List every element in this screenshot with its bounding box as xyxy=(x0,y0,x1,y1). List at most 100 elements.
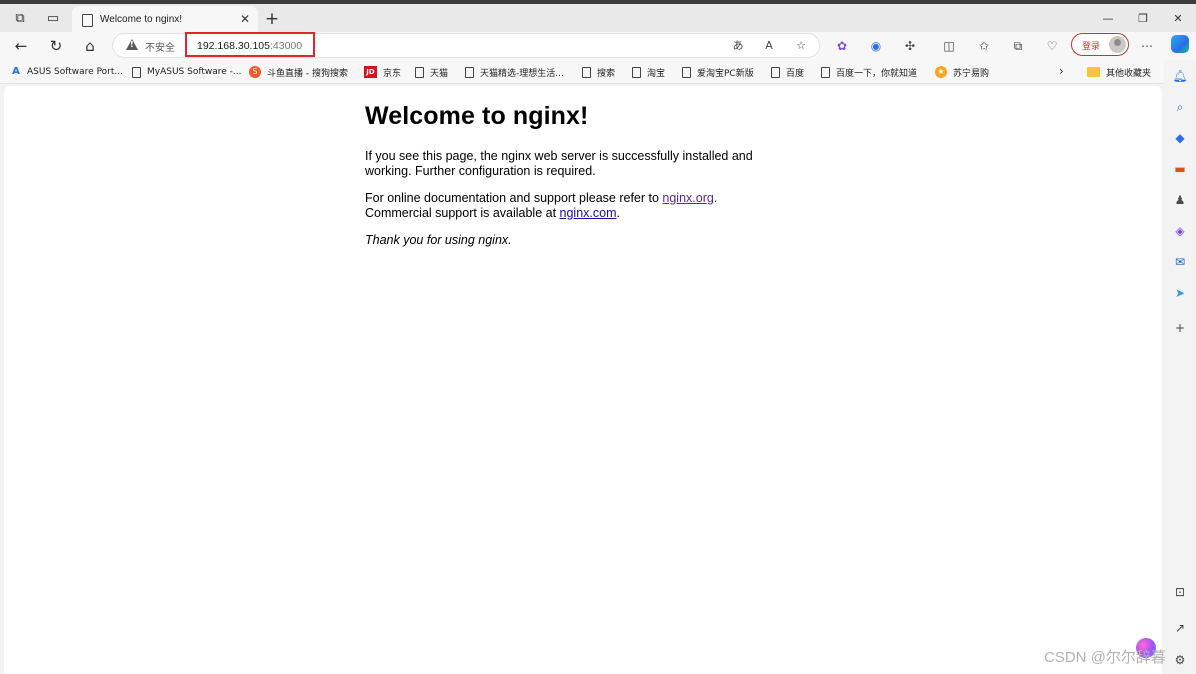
tag-icon[interactable]: ◆ xyxy=(1172,130,1188,146)
asus-icon: A xyxy=(12,66,20,77)
page-heading: Welcome to nginx! xyxy=(365,102,589,130)
bookmark-label: 百度 xyxy=(786,68,805,79)
bookmark-item[interactable]: 天猫精选-理想生活... xyxy=(465,65,564,79)
edge-sidebar: 🔔︎ ⌕ ◆ ▬ ♟ ◈ ✉ ➤ + ⊡ ↗ ⚙ xyxy=(1164,60,1196,674)
bookmark-label: 其他收藏夹 xyxy=(1106,68,1152,79)
bookmark-label: ASUS Software Port... xyxy=(27,67,123,77)
nginx-com-link[interactable]: nginx.com xyxy=(560,206,617,220)
bookmark-label: 京东 xyxy=(383,68,402,79)
bookmark-item[interactable]: JD 京东 xyxy=(364,65,401,79)
url-text[interactable]: 192.168.30.105:43000 xyxy=(197,40,302,52)
jd-icon: JD xyxy=(364,66,377,78)
split-screen-icon[interactable]: ◫ xyxy=(940,37,958,55)
commercial-prefix: Commercial support is available at xyxy=(365,206,560,220)
bookmark-item[interactable]: 百度一下，你就知道 xyxy=(821,65,917,79)
screenshot-icon[interactable]: ⊡ xyxy=(1172,584,1188,600)
bookmark-item[interactable]: 爱淘宝PC新版 xyxy=(682,65,754,79)
nginx-org-link[interactable]: nginx.org xyxy=(662,191,713,205)
page-icon xyxy=(682,66,691,78)
watermark: CSDN @尔尔辞暮 xyxy=(1044,649,1166,666)
bookmark-item[interactable]: 搜索 xyxy=(582,65,615,79)
bookmark-item[interactable]: 天猫 xyxy=(415,65,448,79)
browser-essentials-icon[interactable]: ♡ xyxy=(1043,37,1061,55)
extension-icon[interactable]: ✿ xyxy=(833,37,851,55)
url-host: 192.168.30.105 xyxy=(197,40,270,52)
docs-paragraph: For online documentation and support ple… xyxy=(365,191,785,221)
close-tab-icon[interactable]: ✕ xyxy=(240,12,250,26)
bookmark-label: 苏宁易购 xyxy=(953,68,990,79)
login-button[interactable]: 登录 xyxy=(1071,33,1129,56)
bookmark-label: 搜索 xyxy=(597,68,616,79)
bookmarks-bar: A ASUS Software Port... MyASUS Software -… xyxy=(0,60,1196,84)
page-icon xyxy=(465,66,474,78)
search-icon[interactable]: ⌕ xyxy=(1172,99,1188,115)
outlook-icon[interactable]: ✉ xyxy=(1172,254,1188,270)
workspaces-icon[interactable]: ⧉ xyxy=(12,11,28,27)
office-icon[interactable]: ◈ xyxy=(1172,223,1188,239)
bookmark-item[interactable]: ★ 苏宁易购 xyxy=(935,65,989,79)
warning-icon[interactable] xyxy=(126,39,138,50)
new-tab-button[interactable]: + xyxy=(262,9,282,29)
send-icon[interactable]: ➤ xyxy=(1172,285,1188,301)
tab-title: Welcome to nginx! xyxy=(100,14,183,25)
home-button[interactable]: ⌂ xyxy=(79,35,101,57)
intro-paragraph: If you see this page, the nginx web serv… xyxy=(365,149,753,178)
add-icon[interactable]: + xyxy=(1172,320,1188,336)
url-port: :43000 xyxy=(270,40,303,52)
favorite-star-icon[interactable]: ☆ xyxy=(793,38,809,54)
vpn-icon[interactable]: ◉ xyxy=(867,37,885,55)
page-icon xyxy=(132,66,141,78)
toolbox-icon[interactable]: ▬ xyxy=(1172,161,1188,177)
other-favorites-folder[interactable]: 其他收藏夹 xyxy=(1087,65,1151,79)
thanks-paragraph: Thank you for using nginx. xyxy=(365,233,785,248)
avatar xyxy=(1109,36,1126,53)
sogou-icon: S xyxy=(249,66,261,78)
more-menu-icon[interactable]: ⋯ xyxy=(1138,37,1156,55)
minimize-button[interactable]: — xyxy=(1098,11,1118,27)
bookmark-label: 天猫 xyxy=(430,68,449,79)
games-icon[interactable]: ♟ xyxy=(1172,192,1188,208)
page-icon xyxy=(632,66,641,78)
settings-gear-icon[interactable]: ⚙ xyxy=(1172,652,1188,668)
chevron-right-icon[interactable]: › xyxy=(1059,64,1064,78)
tab-strip: ⧉ ▭ Welcome to nginx! ✕ + — ❐ ✕ xyxy=(0,0,1196,36)
page-icon xyxy=(821,66,830,78)
bookmark-item[interactable]: 淘宝 xyxy=(632,65,665,79)
bookmark-item[interactable]: MyASUS Software -... xyxy=(132,65,242,79)
folder-icon xyxy=(1087,67,1100,77)
bookmark-item[interactable]: 百度 xyxy=(771,65,804,79)
bookmark-label: MyASUS Software -... xyxy=(147,67,242,77)
collections-icon[interactable]: ⧉ xyxy=(1009,37,1027,55)
thanks-text: Thank you for using nginx. xyxy=(365,233,512,247)
bookmark-item[interactable]: S 斗鱼直播 - 搜狗搜索 xyxy=(249,65,348,79)
restore-button[interactable]: ❐ xyxy=(1133,11,1153,27)
copilot-icon[interactable] xyxy=(1171,35,1189,53)
refresh-button[interactable]: ↻ xyxy=(45,35,67,57)
extensions-icon[interactable]: ✣ xyxy=(901,37,919,55)
bookmark-item[interactable]: A ASUS Software Port... xyxy=(11,65,123,79)
bookmark-label: 斗鱼直播 - 搜狗搜索 xyxy=(267,68,348,79)
docs-prefix: For online documentation and support ple… xyxy=(365,191,663,205)
bookmark-label: 天猫精选-理想生活... xyxy=(480,68,564,79)
security-status[interactable]: 不安全 xyxy=(145,39,175,54)
bell-icon[interactable]: 🔔︎ xyxy=(1172,68,1188,84)
nginx-welcome-content: Welcome to nginx! If you see this page, … xyxy=(365,102,785,260)
tab-actions-icon[interactable]: ▭ xyxy=(45,11,61,27)
bookmark-label: 淘宝 xyxy=(647,68,666,79)
suning-icon: ★ xyxy=(935,66,947,78)
back-button[interactable]: ← xyxy=(10,35,32,57)
page-viewport[interactable]: Welcome to nginx! If you see this page, … xyxy=(4,86,1162,674)
page-icon xyxy=(771,66,780,78)
toolbar: ← ↻ ⌂ 不安全 192.168.30.105:43000 あ A ☆ ✿ ◉… xyxy=(0,32,1196,60)
translate-icon[interactable]: あ xyxy=(730,38,746,54)
read-aloud-icon[interactable]: A xyxy=(761,38,777,54)
docs-suffix: . xyxy=(713,191,718,205)
page-icon xyxy=(582,66,591,78)
close-window-button[interactable]: ✕ xyxy=(1168,11,1188,27)
bookmark-label: 爱淘宝PC新版 xyxy=(697,68,754,79)
commercial-suffix: . xyxy=(616,206,620,220)
address-bar[interactable]: 不安全 192.168.30.105:43000 あ A ☆ xyxy=(112,32,820,58)
login-label: 登录 xyxy=(1082,42,1101,52)
open-external-icon[interactable]: ↗ xyxy=(1172,620,1188,636)
favorites-icon[interactable]: ✩ xyxy=(975,37,993,55)
